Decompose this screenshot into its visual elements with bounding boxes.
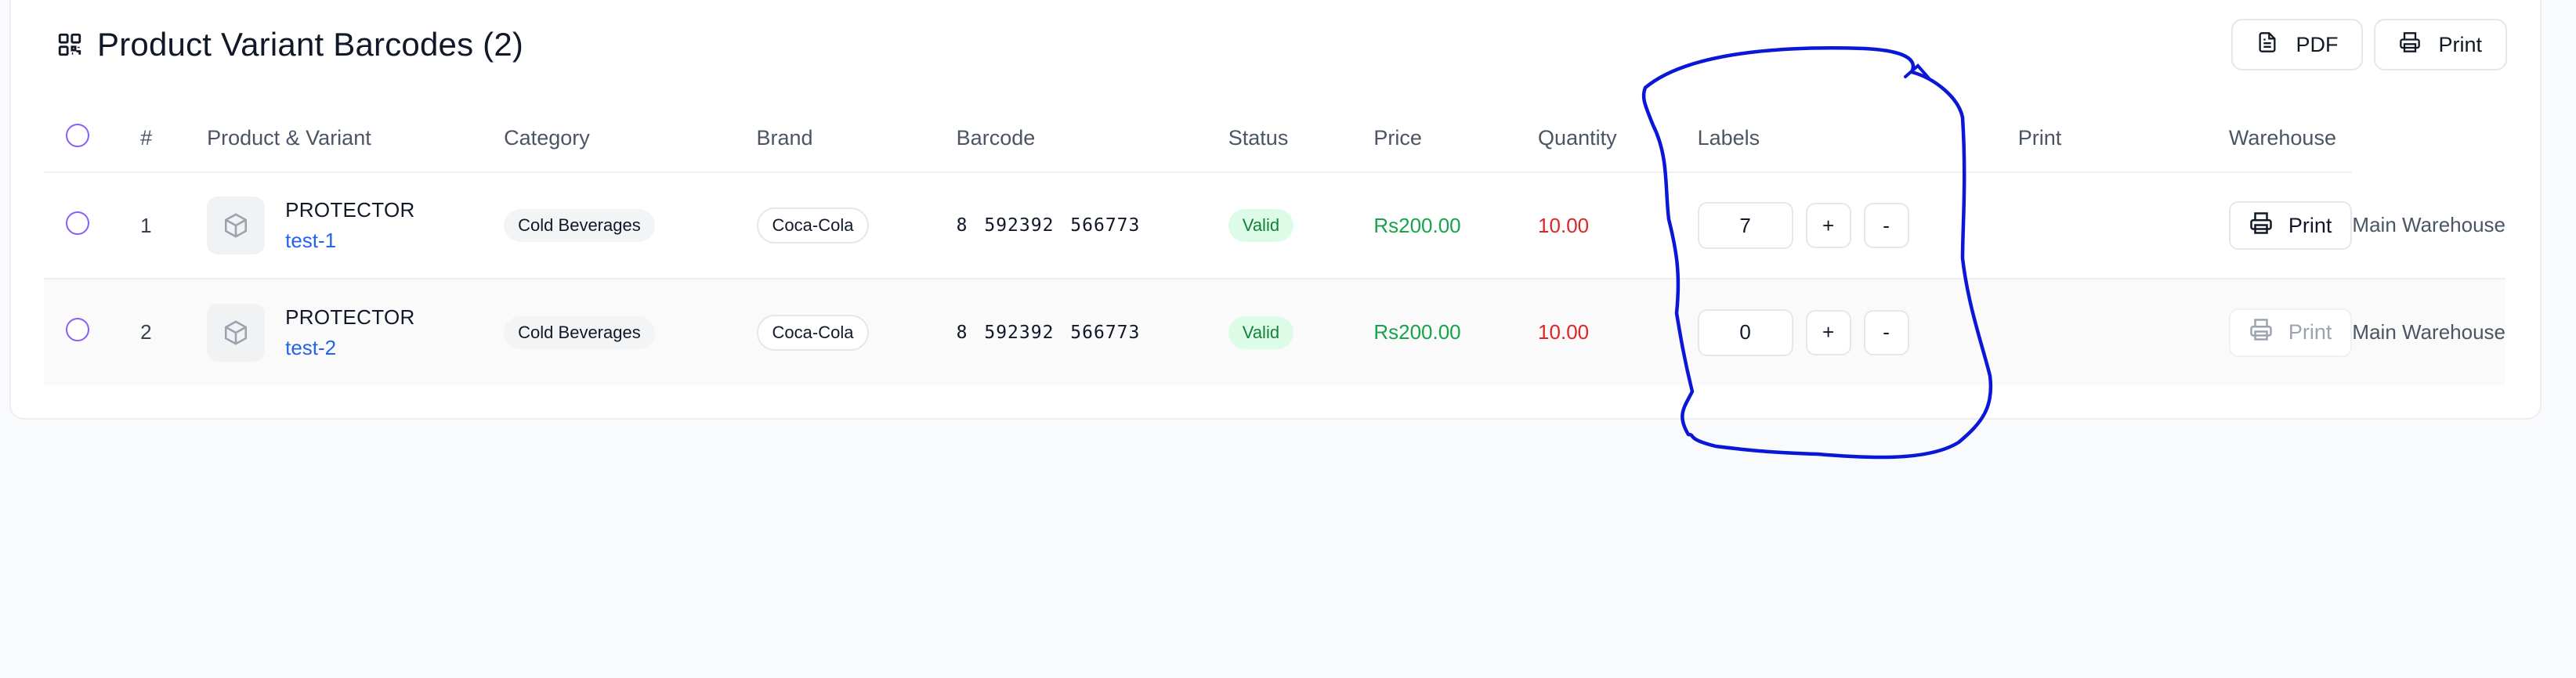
barcodes-table: # Product & Variant Category Brand Barco… xyxy=(44,105,2505,385)
package-icon xyxy=(207,197,266,254)
product-cell: PROTECTOR test-2 xyxy=(207,279,504,385)
category-badge: Cold Beverages xyxy=(504,316,655,349)
col-index: # xyxy=(140,105,208,173)
labels-count-input[interactable]: 7 xyxy=(1697,202,1793,249)
col-price: Price xyxy=(1373,105,1539,173)
col-warehouse: Warehouse xyxy=(2228,105,2353,173)
page-title: Product Variant Barcodes (2) xyxy=(97,26,524,63)
variant-link[interactable]: test-2 xyxy=(285,336,414,360)
package-icon xyxy=(207,303,266,362)
file-text-icon xyxy=(2256,31,2278,59)
col-labels: Labels xyxy=(1697,105,2018,173)
col-barcode: Barcode xyxy=(956,105,1228,173)
labels-cell: 0 + - xyxy=(1697,279,2229,385)
printer-icon xyxy=(2249,318,2273,347)
select-all-checkbox[interactable] xyxy=(66,124,89,147)
status-badge: Valid xyxy=(1228,209,1294,242)
warehouse-value: Main Warehouse xyxy=(2352,172,2505,279)
table-header-row: # Product & Variant Category Brand Barco… xyxy=(44,105,2505,173)
row-print-label: Print xyxy=(2288,320,2332,344)
labels-increment-button[interactable]: + xyxy=(1805,309,1851,355)
product-cell: PROTECTOR test-1 xyxy=(207,172,505,279)
col-brand: Brand xyxy=(756,105,957,173)
quantity-value: 10.00 xyxy=(1538,320,1590,344)
printer-icon xyxy=(2399,31,2421,59)
header-actions: PDF Print xyxy=(2231,19,2507,70)
table-row: 2 PROTECTOR test-2 Cold Beverages Coca-C… xyxy=(44,279,2505,385)
col-quantity: Quantity xyxy=(1538,105,1698,173)
col-status: Status xyxy=(1228,105,1374,173)
row-print-button-disabled[interactable]: Print xyxy=(2228,308,2353,357)
labels-decrement-button[interactable]: - xyxy=(1863,309,1909,355)
brand-badge: Coca-Cola xyxy=(756,207,870,243)
qr-code-icon xyxy=(56,31,83,58)
price-value: Rs200.00 xyxy=(1373,320,1461,344)
print-all-label: Print xyxy=(2438,32,2482,56)
category-badge: Cold Beverages xyxy=(504,209,655,242)
row-index: 2 xyxy=(140,320,152,344)
labels-cell: 7 + - xyxy=(1697,172,2229,279)
brand-badge: Coca-Cola xyxy=(756,314,870,351)
row-print-button[interactable]: Print xyxy=(2228,201,2353,250)
printer-icon xyxy=(2249,211,2273,240)
status-badge: Valid xyxy=(1228,316,1294,349)
labels-count-input[interactable]: 0 xyxy=(1697,308,1793,356)
product-name: PROTECTOR xyxy=(285,305,415,329)
col-product: Product & Variant xyxy=(207,105,505,173)
row-print-label: Print xyxy=(2288,213,2332,237)
row-select-checkbox[interactable] xyxy=(66,318,89,341)
col-category: Category xyxy=(504,105,757,173)
table-row: 1 PROTECTOR test-1 Cold Beverages Coca-C… xyxy=(44,172,2505,279)
pdf-button-label: PDF xyxy=(2296,32,2339,56)
labels-decrement-button[interactable]: - xyxy=(1863,203,1909,248)
row-index: 1 xyxy=(140,172,208,279)
print-all-button[interactable]: Print xyxy=(2374,19,2507,70)
variant-link[interactable]: test-1 xyxy=(285,229,414,253)
product-name: PROTECTOR xyxy=(285,198,415,222)
card-header: Product Variant Barcodes (2) PDF Print xyxy=(56,17,2507,72)
row-select-checkbox[interactable] xyxy=(66,211,89,235)
price-value: Rs200.00 xyxy=(1373,172,1539,279)
warehouse-value: Main Warehouse xyxy=(2352,320,2505,344)
quantity-value: 10.00 xyxy=(1538,172,1698,279)
barcode-value: 8 592392 566773 xyxy=(956,322,1141,343)
labels-increment-button[interactable]: + xyxy=(1805,203,1851,248)
barcode-value: 8 592392 566773 xyxy=(956,172,1228,279)
col-print: Print xyxy=(2017,105,2229,173)
select-all-cell xyxy=(44,105,141,173)
pdf-button[interactable]: PDF xyxy=(2231,19,2364,70)
